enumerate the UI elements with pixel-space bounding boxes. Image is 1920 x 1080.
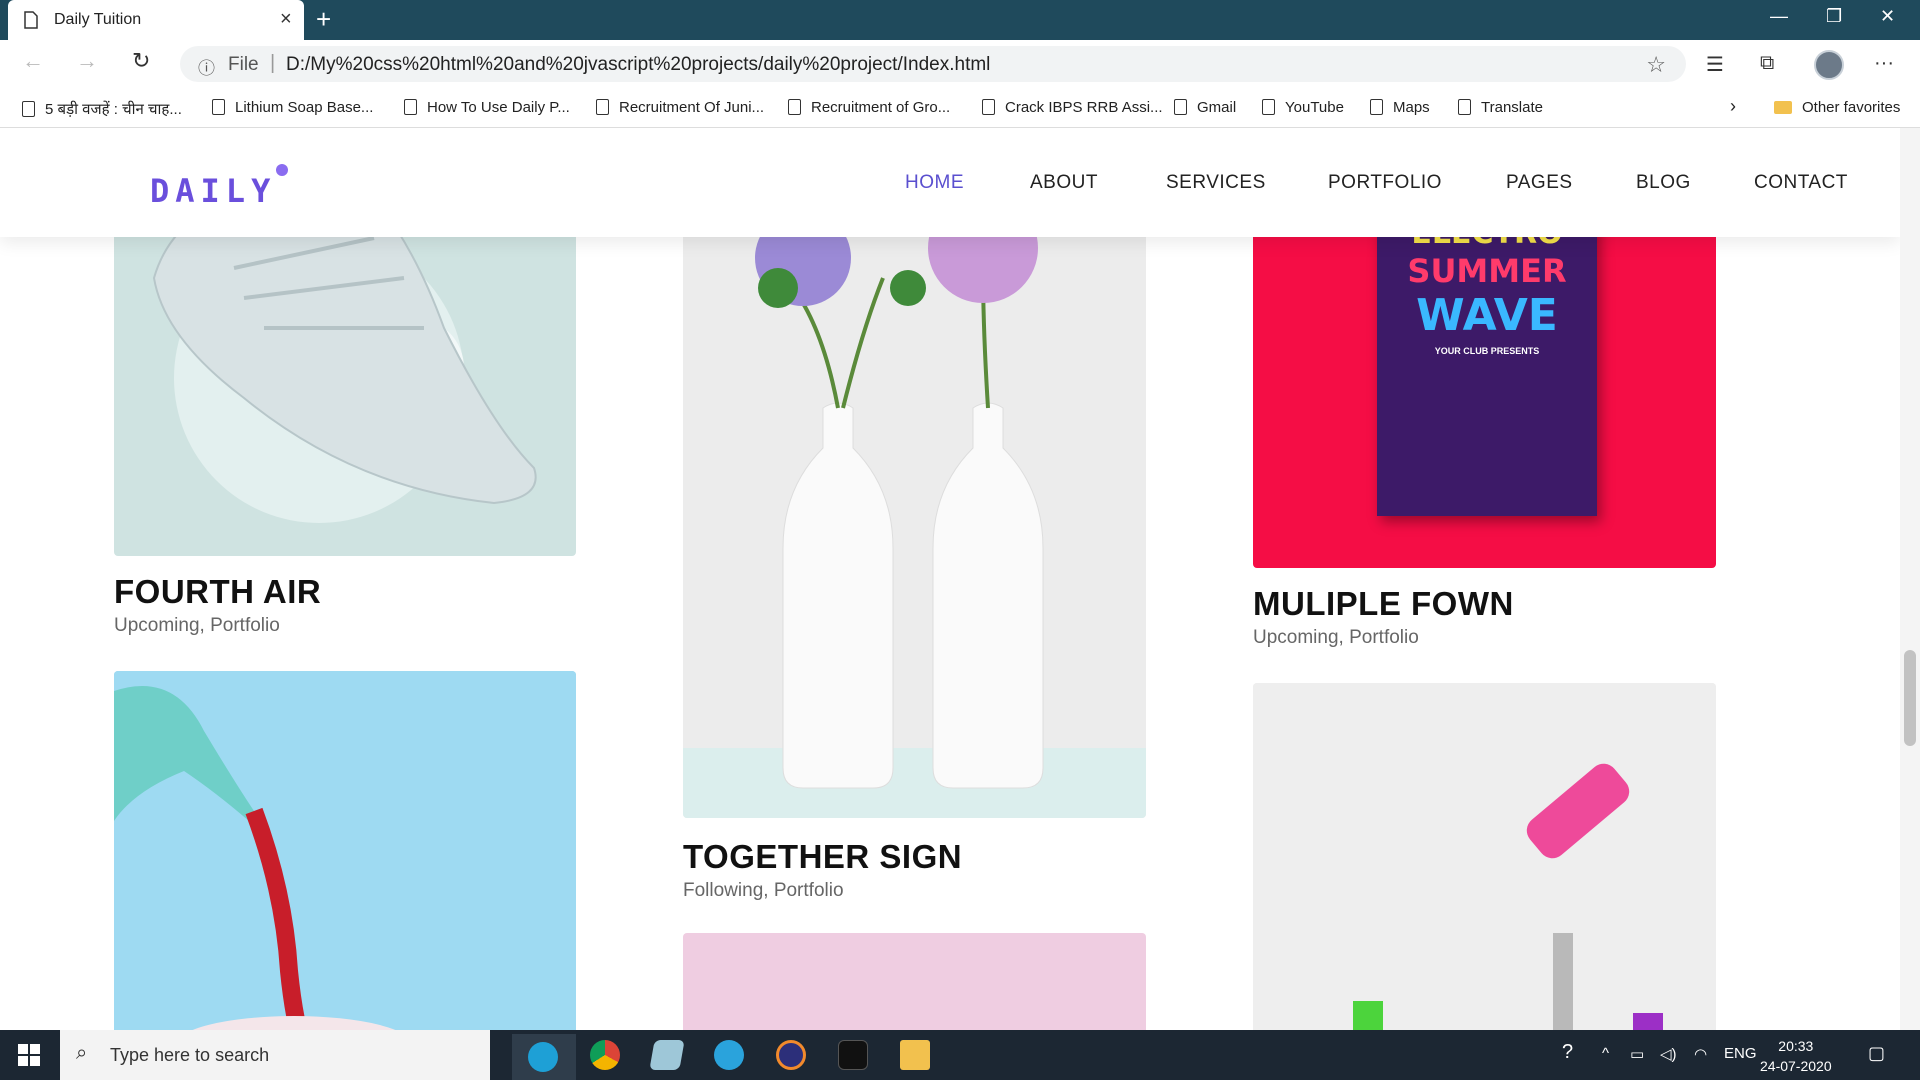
url-text[interactable]: D:/My%20css%20html%20and%20jvascript%20p…	[286, 54, 990, 76]
portfolio-image-pink[interactable]	[683, 933, 1146, 1030]
page-icon	[1370, 99, 1383, 115]
card-title[interactable]: MULIPLE FOWN	[1253, 585, 1514, 623]
search-icon: ⌕	[76, 1042, 88, 1064]
forward-icon[interactable]: →	[76, 48, 98, 74]
star-icon[interactable]: ☆	[1646, 52, 1666, 78]
card-subtitle: Upcoming, Portfolio	[114, 615, 280, 636]
nav-portfolio[interactable]: PORTFOLIO	[1328, 172, 1442, 194]
url-field[interactable]: ⓘ File | D:/My%20css%20html%20and%20jvas…	[180, 46, 1686, 82]
search-placeholder: Type here to search	[110, 1045, 270, 1065]
page-icon	[788, 99, 801, 115]
favorites-icon[interactable]: ☰	[1706, 52, 1724, 77]
page-viewport: FOURTH AIR Upcoming, Portfolio TOGETHER …	[0, 128, 1900, 1030]
bookmark-item[interactable]: Crack IBPS RRB Assi...	[982, 99, 1163, 116]
eclipse-icon[interactable]	[776, 1040, 806, 1070]
page-icon	[22, 101, 35, 117]
page-icon	[212, 99, 225, 115]
page-icon	[24, 11, 38, 34]
bookmark-item[interactable]: Maps	[1370, 99, 1430, 116]
card-title[interactable]: FOURTH AIR	[114, 573, 321, 611]
bookmark-item[interactable]: Recruitment Of Juni...	[596, 99, 764, 116]
browser-titlebar: Daily Tuition × + — ❐ ✕	[0, 0, 1920, 40]
new-tab-button[interactable]: +	[316, 6, 331, 32]
scrollbar-thumb[interactable]	[1904, 650, 1916, 746]
reload-icon[interactable]: ↻	[132, 48, 150, 74]
back-icon[interactable]: ←	[22, 48, 44, 74]
page-icon	[982, 99, 995, 115]
system-clock[interactable]: 20:33 24-07-2020	[1760, 1036, 1832, 1076]
folder-icon	[1774, 101, 1792, 114]
nav-home[interactable]: HOME	[905, 172, 964, 194]
minimize-icon[interactable]: —	[1770, 6, 1788, 27]
clock-date: 24-07-2020	[1760, 1058, 1832, 1074]
bookmark-item[interactable]: 5 बड़ी वजहें : चीन चाह...	[22, 99, 182, 119]
windows-start-icon[interactable]	[18, 1044, 40, 1071]
bookmark-item[interactable]: Lithium Soap Base...	[212, 99, 373, 116]
nav-about[interactable]: ABOUT	[1030, 172, 1098, 194]
card-title[interactable]: TOGETHER SIGN	[683, 838, 962, 876]
nav-contact[interactable]: CONTACT	[1754, 172, 1848, 194]
logo-dot	[276, 164, 288, 176]
page-icon	[1458, 99, 1471, 115]
tab-title: Daily Tuition	[54, 11, 142, 28]
collections-icon[interactable]: ⧉	[1760, 52, 1774, 75]
page-icon	[1174, 99, 1187, 115]
page-icon	[1262, 99, 1275, 115]
bookmark-item[interactable]: Gmail	[1174, 99, 1236, 116]
portfolio-image-teapot[interactable]	[114, 671, 576, 1030]
bookmark-item[interactable]: How To Use Daily P...	[404, 99, 570, 116]
avatar[interactable]	[1814, 50, 1844, 80]
mysql-icon[interactable]	[838, 1040, 868, 1070]
notepad-icon[interactable]	[649, 1040, 685, 1070]
chrome-icon[interactable]	[590, 1040, 620, 1070]
nav-blog[interactable]: BLOG	[1636, 172, 1691, 194]
bookmark-item[interactable]: YouTube	[1262, 99, 1344, 116]
taskbar: ⌕ Type here to search ? ^ ▭ ◁) ◠ ENG 20:…	[0, 1030, 1920, 1080]
nav-pages[interactable]: PAGES	[1506, 172, 1573, 194]
url-separator: |	[270, 52, 276, 74]
notification-icon[interactable]: ▢	[1868, 1043, 1885, 1064]
page-scrollbar[interactable]	[1900, 128, 1920, 1030]
bookmark-item[interactable]: Recruitment of Gro...	[788, 99, 950, 116]
page-icon	[596, 99, 609, 115]
site-logo[interactable]: DAILY	[150, 172, 276, 210]
portfolio-image-markers[interactable]	[1253, 683, 1716, 1030]
site-header: DAILY HOME ABOUT SERVICES PORTFOLIO PAGE…	[0, 128, 1900, 237]
poster-line-3: WAVE	[1416, 290, 1558, 341]
bookmarks-bar: 5 बड़ी वजहें : चीन चाह... Lithium Soap B…	[0, 88, 1920, 128]
more-icon[interactable]: ···	[1874, 52, 1894, 75]
edge-taskbar-slot[interactable]	[512, 1034, 576, 1080]
card-subtitle: Upcoming, Portfolio	[1253, 627, 1419, 648]
bookmark-item[interactable]: Translate	[1458, 99, 1543, 116]
language-indicator[interactable]: ENG	[1724, 1045, 1757, 1062]
restore-icon[interactable]: ❐	[1826, 6, 1842, 27]
poster-small-text: YOUR CLUB PRESENTS	[1434, 346, 1540, 356]
other-favorites[interactable]: Other favorites	[1774, 99, 1900, 116]
url-scheme: File	[228, 54, 259, 75]
wifi-icon[interactable]: ◠	[1694, 1045, 1707, 1063]
info-icon[interactable]: ⓘ	[198, 54, 215, 79]
nav-services[interactable]: SERVICES	[1166, 172, 1266, 194]
poster-line-2: SUMMER	[1407, 252, 1567, 290]
browser-tab[interactable]: Daily Tuition ×	[8, 0, 304, 40]
battery-icon[interactable]: ▭	[1630, 1045, 1644, 1063]
close-tab-icon[interactable]: ×	[280, 9, 292, 29]
taskbar-search[interactable]: ⌕ Type here to search	[60, 1030, 490, 1080]
clock-time: 20:33	[1778, 1038, 1814, 1054]
telegram-icon[interactable]	[714, 1040, 744, 1070]
volume-icon[interactable]: ◁)	[1660, 1045, 1677, 1063]
close-window-icon[interactable]: ✕	[1880, 6, 1895, 27]
edge-icon	[528, 1042, 558, 1072]
chevron-up-icon[interactable]: ^	[1602, 1045, 1609, 1062]
help-icon[interactable]: ?	[1562, 1041, 1573, 1064]
page-icon	[404, 99, 417, 115]
chevron-right-icon[interactable]: ›	[1730, 96, 1736, 117]
file-explorer-icon[interactable]	[900, 1040, 930, 1070]
card-subtitle: Following, Portfolio	[683, 880, 844, 901]
